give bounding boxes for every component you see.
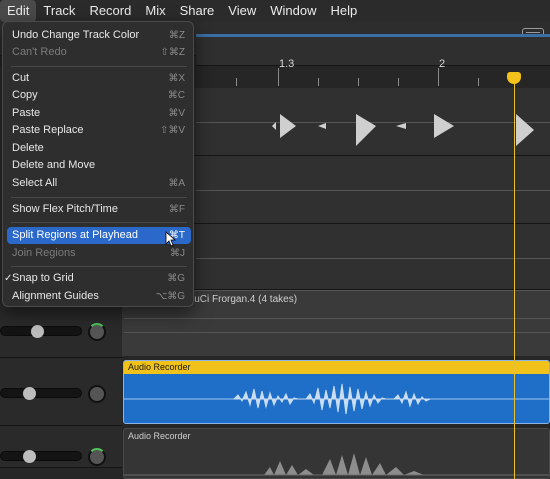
- menu-item-label: Undo Change Track Color: [12, 29, 140, 41]
- region-label: luCi Frorgan.4 (4 takes): [192, 294, 298, 305]
- audio-waveform: [124, 453, 549, 476]
- lane-divider: [196, 190, 550, 191]
- menu-bar: Edit Track Record Mix Share View Window …: [0, 0, 550, 22]
- menu-item-select-all[interactable]: Select All ⌘A: [7, 175, 191, 192]
- ruler-tick: [358, 78, 359, 86]
- volume-slider[interactable]: [0, 450, 82, 463]
- volume-knob[interactable]: [31, 325, 44, 338]
- ruler-label-2: 2: [439, 58, 446, 70]
- menu-help[interactable]: Help: [323, 0, 364, 22]
- menu-item-label: Join Regions: [12, 247, 76, 259]
- menu-separator: [11, 197, 187, 198]
- menu-item-label: Show Flex Pitch/Time: [12, 203, 118, 215]
- menu-item-split-regions[interactable]: Split Regions at Playhead ⌘T: [7, 227, 191, 244]
- menu-item-paste[interactable]: Paste ⌘V: [7, 105, 191, 122]
- menu-item-label: Delete and Move: [12, 159, 96, 171]
- ruler-tick: [438, 68, 439, 86]
- menu-item-shortcut: ⇧⌘V: [159, 125, 185, 136]
- menu-item-label: Delete: [12, 142, 44, 154]
- menu-separator: [11, 222, 187, 223]
- menu-item-cut[interactable]: Cut ⌘X: [7, 70, 191, 87]
- pan-knob[interactable]: [88, 448, 106, 466]
- menu-item-shortcut: ⌘A: [168, 178, 185, 189]
- menu-item-show-flex[interactable]: Show Flex Pitch/Time ⌘F: [7, 201, 191, 218]
- ruler-tick: [318, 78, 319, 86]
- menu-item-delete[interactable]: Delete: [7, 140, 191, 157]
- region-label: Audio Recorder: [128, 431, 191, 441]
- audio-region[interactable]: Audio Recorder: [123, 428, 550, 479]
- region-title-bar: Audio Recorder: [124, 361, 549, 374]
- menu-item-snap-to-grid[interactable]: ✓ Snap to Grid ⌘G: [4, 270, 191, 287]
- menu-item-shortcut: ⌘Z: [168, 30, 185, 41]
- mouse-pointer-icon: [165, 231, 177, 247]
- menu-item-copy[interactable]: Copy ⌘C: [7, 87, 191, 104]
- audio-waveform: [124, 383, 549, 415]
- ruler-tick: [236, 78, 237, 86]
- region-label: Audio Recorder: [128, 362, 191, 372]
- menu-item-shortcut: ⌘G: [167, 273, 185, 284]
- menu-edit[interactable]: Edit: [0, 0, 37, 22]
- menu-item-shortcut: ⌘C: [167, 90, 185, 101]
- menu-item-label: Split Regions at Playhead: [12, 229, 138, 241]
- menu-item-alignment-guides[interactable]: Alignment Guides ⌥⌘G: [7, 288, 191, 305]
- pan-knob[interactable]: [88, 385, 106, 403]
- track-header[interactable]: [0, 426, 122, 468]
- timeline-ruler[interactable]: [196, 34, 550, 66]
- pan-knob[interactable]: [88, 323, 106, 341]
- menu-item-undo[interactable]: Undo Change Track Color ⌘Z: [7, 27, 191, 44]
- ruler-tick: [278, 68, 279, 86]
- menu-item-redo: Can't Redo ⇧⌘Z: [7, 44, 191, 61]
- menu-separator: [11, 266, 187, 267]
- menu-view[interactable]: View: [221, 0, 263, 22]
- menu-item-label: Can't Redo: [12, 46, 67, 58]
- cycle-bar[interactable]: [196, 34, 550, 37]
- track-header[interactable]: [0, 358, 122, 426]
- menu-item-label: Select All: [12, 177, 58, 189]
- menu-item-label: Paste Replace: [12, 124, 84, 136]
- selected-audio-region[interactable]: Audio Recorder: [123, 360, 550, 424]
- menu-record[interactable]: Record: [82, 0, 138, 22]
- menu-item-shortcut: ⌘X: [168, 73, 185, 84]
- menu-item-shortcut: ⌘F: [168, 204, 185, 215]
- region-line: [124, 332, 550, 333]
- menu-item-label: Alignment Guides: [12, 290, 99, 302]
- ruler-tick: [398, 78, 399, 86]
- menu-item-shortcut: ⌘V: [168, 108, 185, 119]
- menu-item-label: Paste: [12, 107, 41, 119]
- edit-menu-dropdown: Undo Change Track Color ⌘Z Can't Redo ⇧⌘…: [2, 21, 194, 307]
- volume-knob[interactable]: [23, 387, 36, 400]
- menu-item-label: Copy: [12, 89, 38, 101]
- menu-item-shortcut: ⇧⌘Z: [160, 47, 186, 58]
- menu-mix[interactable]: Mix: [138, 0, 172, 22]
- menu-item-label: Snap to Grid: [12, 272, 74, 284]
- menu-track[interactable]: Track: [36, 0, 82, 22]
- menu-share[interactable]: Share: [173, 0, 222, 22]
- menu-item-join-regions: Join Regions ⌘J: [7, 245, 191, 262]
- menu-item-shortcut: ⌥⌘G: [155, 291, 185, 302]
- menu-separator: [11, 66, 187, 67]
- playhead-line[interactable]: [514, 78, 515, 479]
- volume-slider[interactable]: [0, 387, 82, 400]
- volume-knob[interactable]: [23, 450, 36, 463]
- region-waveform: [272, 114, 534, 146]
- ruler-tick: [478, 78, 479, 86]
- menu-item-shortcut: ⌘J: [170, 248, 185, 259]
- menu-item-paste-replace[interactable]: Paste Replace ⇧⌘V: [7, 122, 191, 139]
- menu-window[interactable]: Window: [263, 0, 323, 22]
- menu-item-delete-and-move[interactable]: Delete and Move: [7, 157, 191, 174]
- ruler-label-1-3: 1.3: [279, 58, 295, 70]
- volume-slider[interactable]: [0, 325, 82, 338]
- checkmark-icon: ✓: [4, 273, 13, 284]
- menu-item-label: Cut: [12, 72, 30, 84]
- region-line: [124, 318, 550, 319]
- lane-divider: [196, 258, 550, 259]
